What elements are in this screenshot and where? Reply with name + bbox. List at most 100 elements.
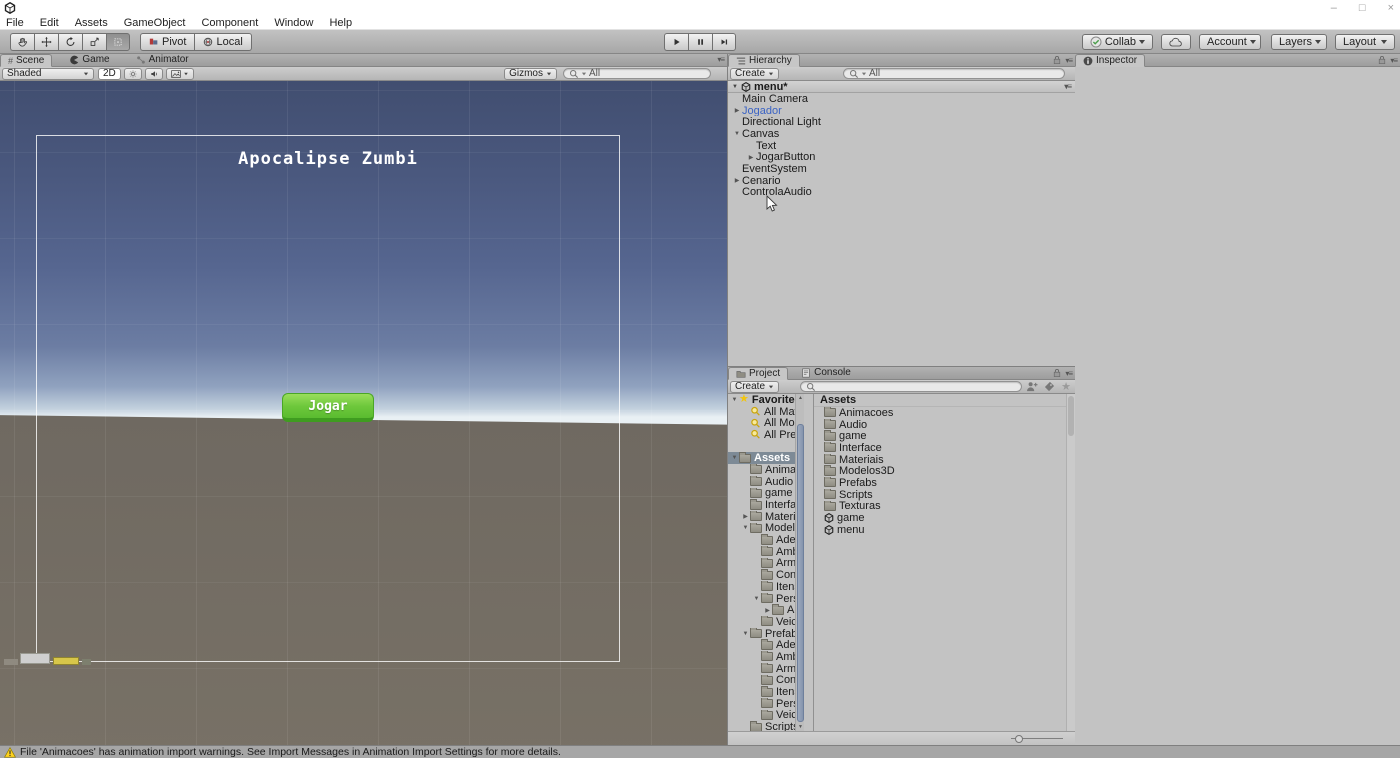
asset-item[interactable]: Modelos3D [814,465,1075,477]
menu-item[interactable]: Assets [67,16,116,30]
asset-item[interactable]: Animacoes [814,407,1075,419]
tab-inspector[interactable]: Inspector [1075,54,1145,67]
asset-item[interactable]: game [814,512,1075,524]
layout-button[interactable]: Layout [1335,34,1395,50]
scene-object-crate[interactable] [82,659,91,665]
menu-item[interactable]: Window [266,16,321,30]
project-tree-item[interactable]: ★ Itens [728,686,804,698]
local-button[interactable]: Local [195,33,251,51]
search-by-type-icon[interactable] [1026,381,1038,392]
asset-item[interactable]: game [814,430,1075,442]
scroll-up-icon[interactable]: ▲ [797,395,804,401]
disclosure-triangle[interactable] [732,177,742,184]
project-tree-item[interactable]: ★ Armas [728,558,804,570]
project-tree-item[interactable]: ★ Animaco [728,464,804,476]
hierarchy-item[interactable]: Text [728,140,1075,152]
project-tree-item[interactable]: ★ Perso [728,698,804,710]
pause-button[interactable] [688,33,712,51]
game-title-text[interactable]: Apocalipse Zumbi [36,149,620,169]
search-by-label-icon[interactable] [1044,381,1055,392]
menu-item[interactable]: Help [321,16,360,30]
project-tree-item[interactable]: ★ Audio [728,476,804,488]
asset-item[interactable]: Prefabs [814,477,1075,489]
asset-item[interactable]: Audio [814,419,1075,431]
jogar-button[interactable]: Jogar [282,393,374,422]
pivot-button[interactable]: Pivot [140,33,195,51]
minimize-button[interactable]: – [1331,2,1337,14]
project-tree-item[interactable]: ★ Adere [728,534,804,546]
scene-viewport[interactable]: Apocalipse Zumbi Jogar [0,81,727,745]
rect-tool-button[interactable] [106,33,130,51]
hierarchy-item[interactable]: Cenario [728,175,1075,187]
project-search-input[interactable] [800,381,1022,392]
scene-object-bus[interactable] [53,657,79,665]
disclosure-triangle[interactable] [732,107,742,114]
project-tree-item[interactable]: ★ Veicul [728,710,804,722]
assets-pane-scrollbar[interactable] [1066,394,1075,731]
scene-lighting-button[interactable] [124,68,142,80]
play-button[interactable] [664,33,688,51]
hierarchy-item[interactable]: ControlaAudio [728,187,1075,199]
lock-icon[interactable] [1053,55,1061,65]
project-create-button[interactable]: Create [730,381,779,393]
project-tree-item[interactable]: ★ Armas [728,663,804,675]
asset-item[interactable]: Scripts [814,489,1075,501]
inspector-panel-menu-icon[interactable]: ▾≡ [1390,56,1397,65]
tab-console[interactable]: Console [794,366,858,379]
project-tree-item[interactable]: ★ All Mater [728,406,804,418]
project-tree-item[interactable]: ★ All Mode [728,417,804,429]
hierarchy-item[interactable]: Canvas [728,128,1075,140]
project-tree-item[interactable]: ★ Favorites [728,394,804,406]
hierarchy-item[interactable]: EventSystem [728,163,1075,175]
2d-toggle-button[interactable]: 2D [98,68,121,80]
disclosure-triangle[interactable]: ▼ [732,84,738,90]
menu-item[interactable]: Component [193,16,266,30]
disclosure-triangle[interactable] [730,455,739,461]
menu-item[interactable]: File [0,16,32,30]
project-tree-item[interactable]: ★ Assets [728,452,804,464]
rotate-tool-button[interactable] [58,33,82,51]
scene-object-debris[interactable] [4,659,18,665]
project-tree-item[interactable]: ★ Ambie [728,546,804,558]
project-tree-item[interactable]: ★ Ambie [728,651,804,663]
disclosure-triangle[interactable] [741,513,750,520]
gizmos-dropdown[interactable]: Gizmos [504,68,557,80]
hand-tool-button[interactable] [10,33,34,51]
project-tree-item[interactable]: ★ Prefabs [728,628,804,640]
tab-hierarchy[interactable]: Hierarchy [728,54,800,67]
project-tree-item[interactable]: ★ Perso [728,593,804,605]
project-tree-item[interactable]: ★ game [728,488,804,500]
disclosure-triangle[interactable] [730,397,739,403]
tab-project[interactable]: Project [728,367,788,380]
hierarchy-scene-row[interactable]: ▼ menu* ▾≡ [728,81,1075,93]
layers-button[interactable]: Layers [1271,34,1327,50]
asset-item[interactable]: Interface [814,442,1075,454]
scale-tool-button[interactable] [82,33,106,51]
asset-item[interactable]: Texturas [814,501,1075,513]
maximize-button[interactable]: □ [1359,2,1366,14]
disclosure-triangle[interactable] [732,131,742,137]
step-button[interactable] [712,33,736,51]
scene-object-building[interactable] [20,653,50,664]
saved-search-star-icon[interactable]: ★ [1061,382,1071,392]
hierarchy-search-input[interactable]: All [843,68,1065,79]
tab-scene[interactable]: # Scene [0,54,52,67]
lock-icon[interactable] [1378,55,1386,65]
disclosure-triangle[interactable] [746,154,756,161]
scrollbar-thumb[interactable] [797,424,804,722]
hierarchy-panel-menu-icon[interactable]: ▾≡ [1065,56,1072,65]
hierarchy-item[interactable]: JogarButton [728,151,1075,163]
status-bar[interactable]: File 'Animacoes' has animation import wa… [0,745,1400,758]
scene-effects-button[interactable] [166,68,194,80]
scroll-down-icon[interactable]: ▼ [797,724,804,730]
asset-item[interactable]: Materiais [814,454,1075,466]
menu-item[interactable]: GameObject [116,16,194,30]
scene-row-menu-icon[interactable]: ▾≡ [1064,82,1071,91]
scrollbar-thumb[interactable] [1068,396,1074,436]
project-tree-item[interactable]: ★ Materiais [728,511,804,523]
project-tree-item[interactable]: ★ Const [728,569,804,581]
project-tree-item[interactable]: ★ Ani [728,604,804,616]
menu-item[interactable]: Edit [32,16,67,30]
account-button[interactable]: Account [1199,34,1261,50]
hierarchy-create-button[interactable]: Create [730,68,779,80]
